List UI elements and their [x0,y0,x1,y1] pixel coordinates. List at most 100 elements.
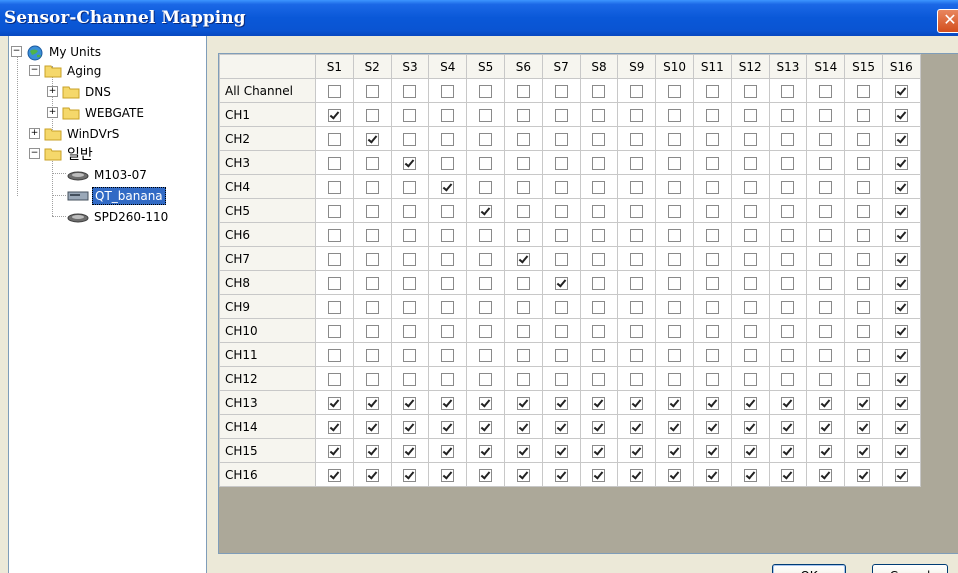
mapping-checkbox[interactable] [327,348,341,362]
tree-node-device[interactable]: SPD260-110 [67,207,170,226]
mapping-checkbox[interactable] [479,348,493,362]
mapping-checkbox[interactable] [819,180,833,194]
mapping-checkbox[interactable] [857,420,871,434]
row-header-channel[interactable]: CH7 [219,246,316,271]
mapping-checkbox[interactable] [894,348,908,362]
mapping-checkbox[interactable] [592,324,606,338]
mapping-checkbox[interactable] [705,276,719,290]
mapping-checkbox[interactable] [327,84,341,98]
mapping-checkbox[interactable] [403,420,417,434]
mapping-checkbox[interactable] [516,204,530,218]
mapping-checkbox[interactable] [781,300,795,314]
mapping-checkbox[interactable] [554,444,568,458]
row-header-channel[interactable]: CH10 [219,318,316,343]
column-header-sensor[interactable]: S13 [768,54,808,79]
mapping-checkbox[interactable] [516,108,530,122]
mapping-checkbox[interactable] [668,84,682,98]
mapping-checkbox[interactable] [781,348,795,362]
column-header-sensor[interactable]: S12 [730,54,770,79]
mapping-checkbox[interactable] [516,84,530,98]
mapping-checkbox[interactable] [668,180,682,194]
mapping-checkbox[interactable] [857,300,871,314]
mapping-checkbox[interactable] [705,444,719,458]
mapping-checkbox[interactable] [554,180,568,194]
mapping-checkbox[interactable] [365,396,379,410]
mapping-checkbox[interactable] [554,348,568,362]
mapping-checkbox[interactable] [819,204,833,218]
mapping-checkbox[interactable] [327,300,341,314]
mapping-checkbox[interactable] [743,156,757,170]
cancel-button[interactable]: Cancel [872,564,948,573]
mapping-checkbox[interactable] [668,420,682,434]
mapping-checkbox[interactable] [894,228,908,242]
column-header-sensor[interactable]: S1 [315,54,354,79]
mapping-checkbox[interactable] [403,348,417,362]
mapping-checkbox[interactable] [668,444,682,458]
expand-icon[interactable]: + [47,107,58,118]
mapping-checkbox[interactable] [705,372,719,386]
row-header-channel[interactable]: CH13 [219,390,316,415]
mapping-checkbox[interactable] [705,420,719,434]
mapping-checkbox[interactable] [365,156,379,170]
mapping-checkbox[interactable] [857,468,871,482]
mapping-checkbox[interactable] [441,84,455,98]
mapping-checkbox[interactable] [894,300,908,314]
mapping-checkbox[interactable] [781,372,795,386]
mapping-checkbox[interactable] [705,252,719,266]
mapping-checkbox[interactable] [403,468,417,482]
mapping-checkbox[interactable] [668,372,682,386]
mapping-checkbox[interactable] [441,348,455,362]
mapping-checkbox[interactable] [630,396,644,410]
mapping-checkbox[interactable] [516,396,530,410]
mapping-checkbox[interactable] [516,132,530,146]
mapping-checkbox[interactable] [705,468,719,482]
mapping-checkbox[interactable] [479,276,493,290]
mapping-checkbox[interactable] [516,420,530,434]
row-header-channel[interactable]: CH1 [219,102,316,127]
column-header-sensor[interactable]: S8 [579,54,619,79]
mapping-checkbox[interactable] [630,180,644,194]
mapping-checkbox[interactable] [743,276,757,290]
mapping-checkbox[interactable] [743,372,757,386]
mapping-checkbox[interactable] [819,324,833,338]
mapping-checkbox[interactable] [554,204,568,218]
mapping-checkbox[interactable] [327,276,341,290]
mapping-checkbox[interactable] [592,348,606,362]
row-header-channel[interactable]: CH8 [219,270,316,295]
row-header-channel[interactable]: CH4 [219,174,316,199]
mapping-checkbox[interactable] [630,156,644,170]
mapping-checkbox[interactable] [327,252,341,266]
mapping-checkbox[interactable] [592,84,606,98]
mapping-checkbox[interactable] [743,108,757,122]
mapping-checkbox[interactable] [365,252,379,266]
mapping-checkbox[interactable] [516,468,530,482]
mapping-checkbox[interactable] [668,396,682,410]
mapping-checkbox[interactable] [441,108,455,122]
mapping-checkbox[interactable] [857,132,871,146]
mapping-checkbox[interactable] [592,300,606,314]
column-header-sensor[interactable]: S7 [541,54,581,79]
mapping-checkbox[interactable] [592,276,606,290]
mapping-checkbox[interactable] [819,300,833,314]
mapping-checkbox[interactable] [781,108,795,122]
mapping-checkbox[interactable] [894,468,908,482]
mapping-checkbox[interactable] [516,444,530,458]
mapping-checkbox[interactable] [857,204,871,218]
row-header-channel[interactable]: CH11 [219,342,316,367]
mapping-checkbox[interactable] [705,228,719,242]
row-header-channel[interactable]: CH6 [219,222,316,247]
mapping-checkbox[interactable] [516,228,530,242]
collapse-icon[interactable]: − [11,46,22,57]
mapping-checkbox[interactable] [894,396,908,410]
mapping-checkbox[interactable] [327,228,341,242]
mapping-checkbox[interactable] [479,180,493,194]
mapping-checkbox[interactable] [894,204,908,218]
mapping-checkbox[interactable] [781,420,795,434]
tree-node-windvrs[interactable]: + WinDVrS [29,124,121,143]
mapping-checkbox[interactable] [554,252,568,266]
mapping-checkbox[interactable] [441,468,455,482]
mapping-checkbox[interactable] [743,300,757,314]
mapping-checkbox[interactable] [441,276,455,290]
mapping-checkbox[interactable] [441,228,455,242]
mapping-checkbox[interactable] [857,396,871,410]
